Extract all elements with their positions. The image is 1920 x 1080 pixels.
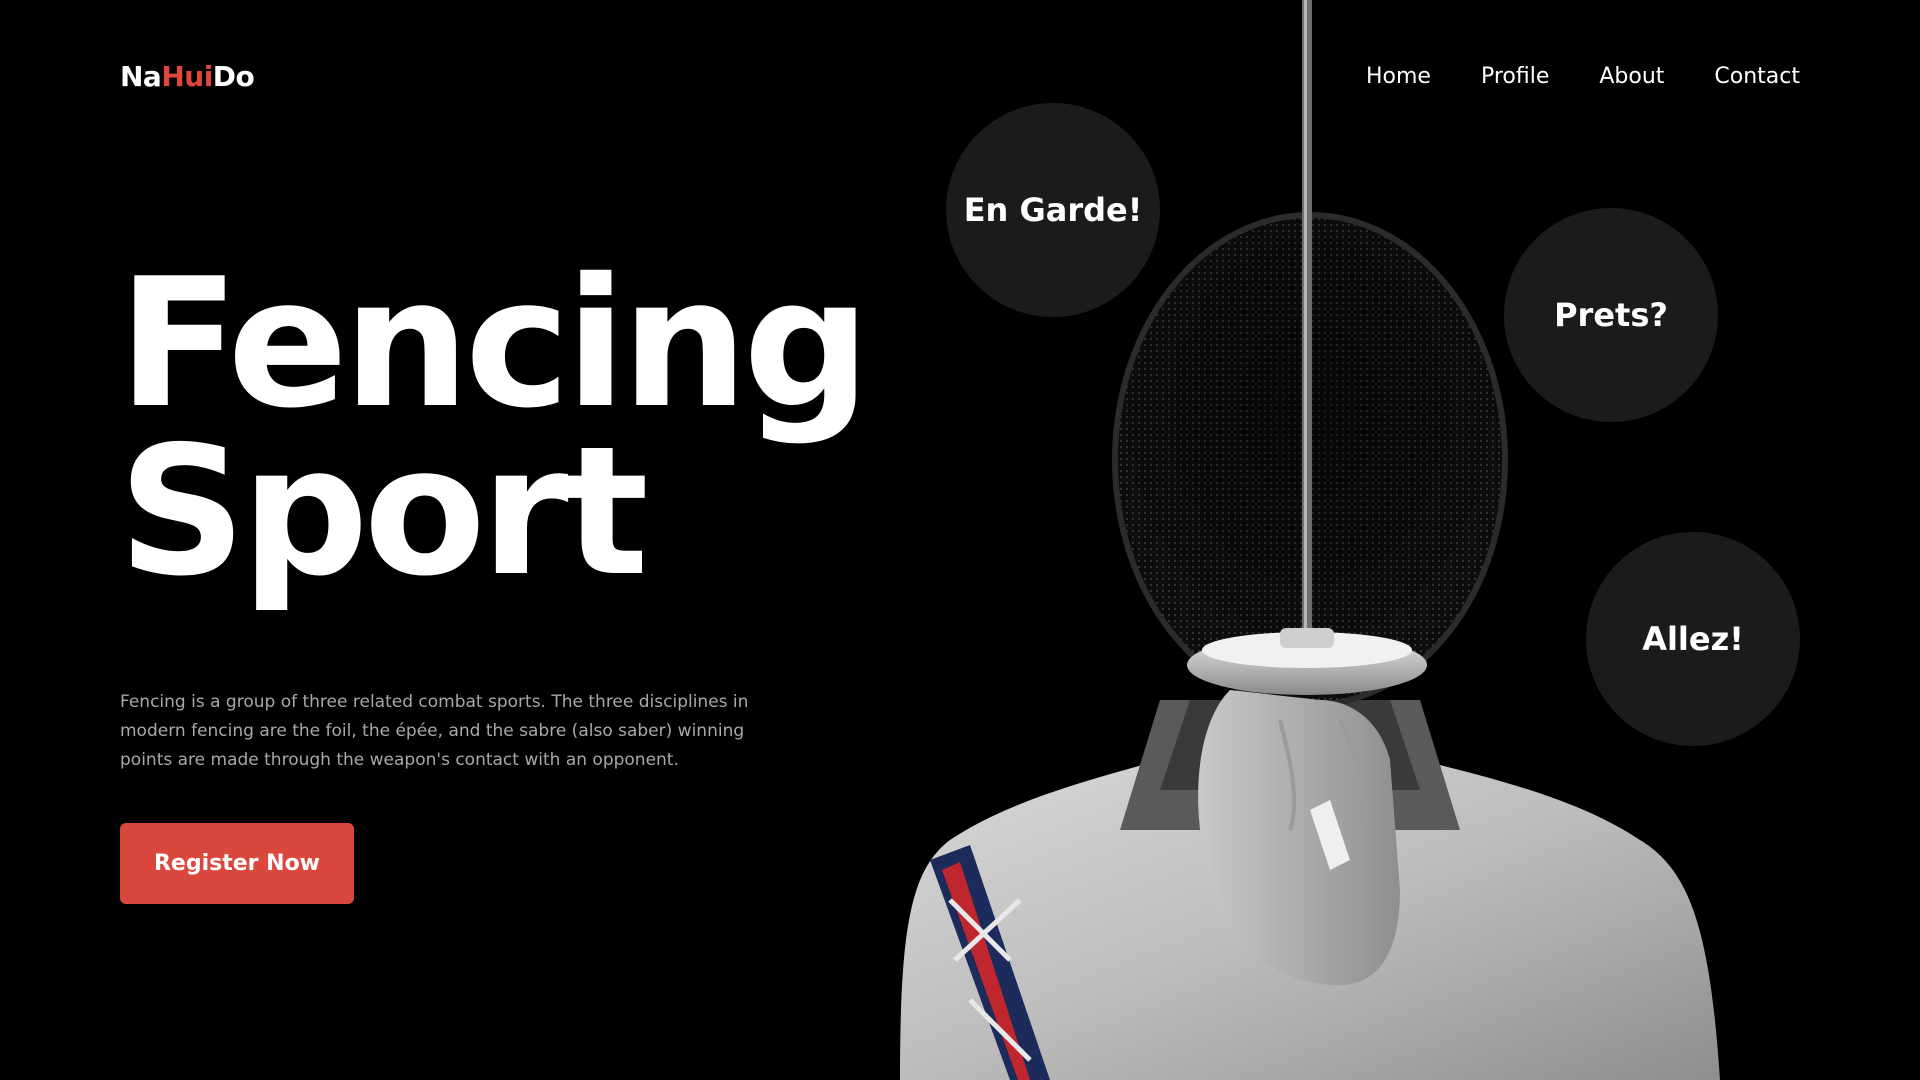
bubble-en-garde: En Garde! xyxy=(946,103,1160,317)
register-now-button[interactable]: Register Now xyxy=(120,823,354,904)
hero-title-line-1: Fencing xyxy=(118,240,870,447)
hero-title: Fencing Sport xyxy=(118,240,870,615)
logo-part-do: Do xyxy=(212,60,255,93)
hero-description: Fencing is a group of three related comb… xyxy=(120,692,749,770)
logo[interactable]: NaHuiDo xyxy=(120,60,255,93)
logo-part-na: Na xyxy=(120,60,162,93)
bubble-prets: Prets? xyxy=(1504,208,1718,422)
hero-title-line-2: Sport xyxy=(118,408,649,615)
logo-part-hui: Hui xyxy=(161,60,213,93)
bubble-allez: Allez! xyxy=(1586,532,1800,746)
